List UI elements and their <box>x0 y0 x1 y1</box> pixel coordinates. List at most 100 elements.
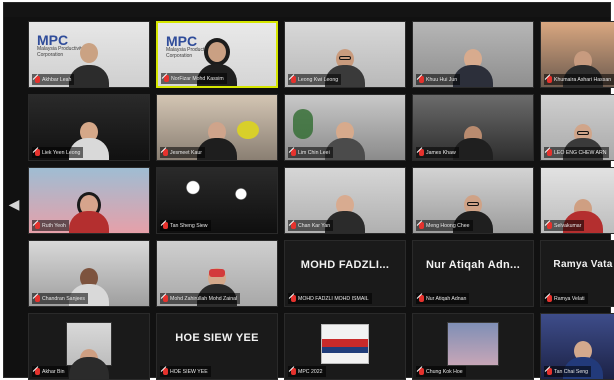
participant-tile[interactable]: Khumaira Ashari Hassan <box>540 21 614 88</box>
mic-muted-icon <box>164 75 169 82</box>
participant-name: Chandran Sanjees <box>42 295 85 302</box>
mic-muted-icon <box>419 368 424 375</box>
participant-name: Lim Chin Leei <box>298 149 330 156</box>
participant-name: Selvakumar <box>554 222 582 229</box>
mic-muted-icon <box>419 295 424 302</box>
mic-muted-icon <box>291 295 296 302</box>
mic-muted-icon <box>291 149 296 156</box>
mic-muted-icon <box>35 222 40 229</box>
participant-tile[interactable]: Khuu Hui Jun <box>412 21 534 88</box>
participant-tile[interactable]: Chung Kok Hoe <box>412 313 534 380</box>
participant-name: Akhar Bin <box>42 368 65 375</box>
participant-label: Chandran Sanjees <box>32 293 88 304</box>
participant-label: Ramya Velati <box>544 293 588 304</box>
participant-tile[interactable]: Mohd Zahirullah Mohd Zainal <box>156 240 278 307</box>
participant-label: Tan Sheng Siew <box>160 220 211 231</box>
participant-label: Khuu Hui Jun <box>416 74 461 85</box>
mic-muted-icon <box>547 295 552 302</box>
participant-name: LEO ENG CHEW ARN <box>554 149 607 156</box>
participant-name: MOHD FADZLI MOHD ISMAIL <box>298 295 369 302</box>
participant-name: HOE SIEW YEE <box>170 368 208 375</box>
mic-muted-icon <box>35 149 40 156</box>
participant-name: Mohd Zahirullah Mohd Zainal <box>170 295 238 302</box>
participant-name: Nur Atiqah Adnan <box>426 295 467 302</box>
participant-name: Ruth Yeoh <box>42 222 66 229</box>
chevron-left-icon[interactable]: ◀ <box>8 191 20 217</box>
participant-tile[interactable]: Tan Chai Seng <box>540 313 614 380</box>
participant-tile[interactable]: Lim Chin Leei <box>284 94 406 161</box>
participant-tile[interactable]: HOE SIEW YEE HOE SIEW YEE <box>156 313 278 380</box>
top-bar <box>4 3 610 17</box>
participant-label: Selvakumar <box>544 220 585 231</box>
participant-label: Mohd Zahirullah Mohd Zainal <box>160 293 241 304</box>
participant-label: Lim Chin Leei <box>288 147 333 158</box>
participant-label: NorFizar Mohd Kassim <box>161 73 227 84</box>
participant-name: Tan Sheng Siew <box>170 222 208 229</box>
participant-name: Akhbar Leah <box>42 76 72 83</box>
participant-label: Leong Kwi Leong <box>288 74 342 85</box>
participant-name: Liek Yeen Leong <box>42 149 81 156</box>
participant-name: NorFizar Mohd Kassim <box>171 75 224 82</box>
participant-tile[interactable]: MPC 2022 <box>284 313 406 380</box>
participant-tile[interactable]: Leong Kwi Leong <box>284 21 406 88</box>
mic-muted-icon <box>291 76 296 83</box>
participant-tile[interactable]: LEO ENG CHEW ARN <box>540 94 614 161</box>
participant-name: Leong Kwi Leong <box>298 76 339 83</box>
mpc-poster-icon <box>321 324 369 364</box>
participant-display-name: Ramya Vata <box>553 259 613 270</box>
participant-label: James Khaw <box>416 147 459 158</box>
participant-tile[interactable]: MPC Malaysia Productivity Corporation Nor… <box>156 21 278 88</box>
participant-tile[interactable]: Nur Atiqah Adn... Nur Atiqah Adnan <box>412 240 534 307</box>
participant-tile[interactable]: Liek Yeen Leong <box>28 94 150 161</box>
participant-tile[interactable]: Ramya Vata Ramya Velati <box>540 240 614 307</box>
zoom-window: ◀ MPC Malaysia Productivity Corporation A… <box>3 2 614 380</box>
participant-name: Chung Kok Hoe <box>426 368 463 375</box>
participant-label: Chan Kar Yan <box>288 220 334 231</box>
participant-display-name: Nur Atiqah Adn... <box>425 259 521 271</box>
mic-muted-icon <box>163 222 168 229</box>
participant-tile[interactable]: Ruth Yeoh <box>28 167 150 234</box>
participant-tile[interactable]: MPC Malaysia Productivity Corporation Akh… <box>28 21 150 88</box>
participant-name: Chan Kar Yan <box>298 222 331 229</box>
mic-muted-icon <box>35 368 40 375</box>
participant-name: Khumaira Ashari Hassan <box>554 76 612 83</box>
person-icon <box>453 120 493 160</box>
participant-label: Liek Yeen Leong <box>32 147 84 158</box>
participant-name: Tan Chai Seng <box>554 368 589 375</box>
mic-muted-icon <box>419 222 424 229</box>
participant-label: Jesmeet Kaur <box>160 147 206 158</box>
participant-tile[interactable]: Chan Kar Yan <box>284 167 406 234</box>
participant-label: Akhar Bin <box>32 366 68 377</box>
plant-decoration <box>293 109 313 139</box>
participant-grid: MPC Malaysia Productivity Corporation Akh… <box>28 21 614 380</box>
person-icon <box>69 343 109 379</box>
participant-tile[interactable]: Meng Hoong Chee <box>412 167 534 234</box>
mic-muted-icon <box>163 149 168 156</box>
person-icon <box>67 189 111 233</box>
participant-name: Meng Hoong Chee <box>426 222 470 229</box>
mic-muted-icon <box>547 149 552 156</box>
participant-tile[interactable]: MOHD FADZLI... MOHD FADZLI MOHD ISMAIL <box>284 240 406 307</box>
mic-muted-icon <box>163 295 168 302</box>
participant-label: Akhbar Leah <box>32 74 75 85</box>
participant-name: Ramya Velati <box>554 295 585 302</box>
mic-muted-icon <box>419 76 424 83</box>
participant-name: James Khaw <box>426 149 456 156</box>
participant-tile[interactable]: James Khaw <box>412 94 534 161</box>
participant-label: Ruth Yeoh <box>32 220 69 231</box>
participant-display-name: HOE SIEW YEE <box>175 332 259 344</box>
participant-display-name: MOHD FADZLI... <box>300 259 390 271</box>
participant-label: Nur Atiqah Adnan <box>416 293 470 304</box>
participant-tile[interactable]: Chandran Sanjees <box>28 240 150 307</box>
participant-name: Khuu Hui Jun <box>426 76 458 83</box>
participant-label: Tan Chai Seng <box>544 366 592 377</box>
mic-muted-icon <box>419 149 424 156</box>
participant-tile[interactable]: Jesmeet Kaur <box>156 94 278 161</box>
participant-label: Chung Kok Hoe <box>416 366 466 377</box>
participant-tile[interactable]: Akhar Bin <box>28 313 150 380</box>
participant-tile[interactable]: Selvakumar <box>540 167 614 234</box>
mic-muted-icon <box>291 368 296 375</box>
mic-muted-icon <box>547 76 552 83</box>
participant-label: MOHD FADZLI MOHD ISMAIL <box>288 293 372 304</box>
participant-tile[interactable]: Tan Sheng Siew <box>156 167 278 234</box>
